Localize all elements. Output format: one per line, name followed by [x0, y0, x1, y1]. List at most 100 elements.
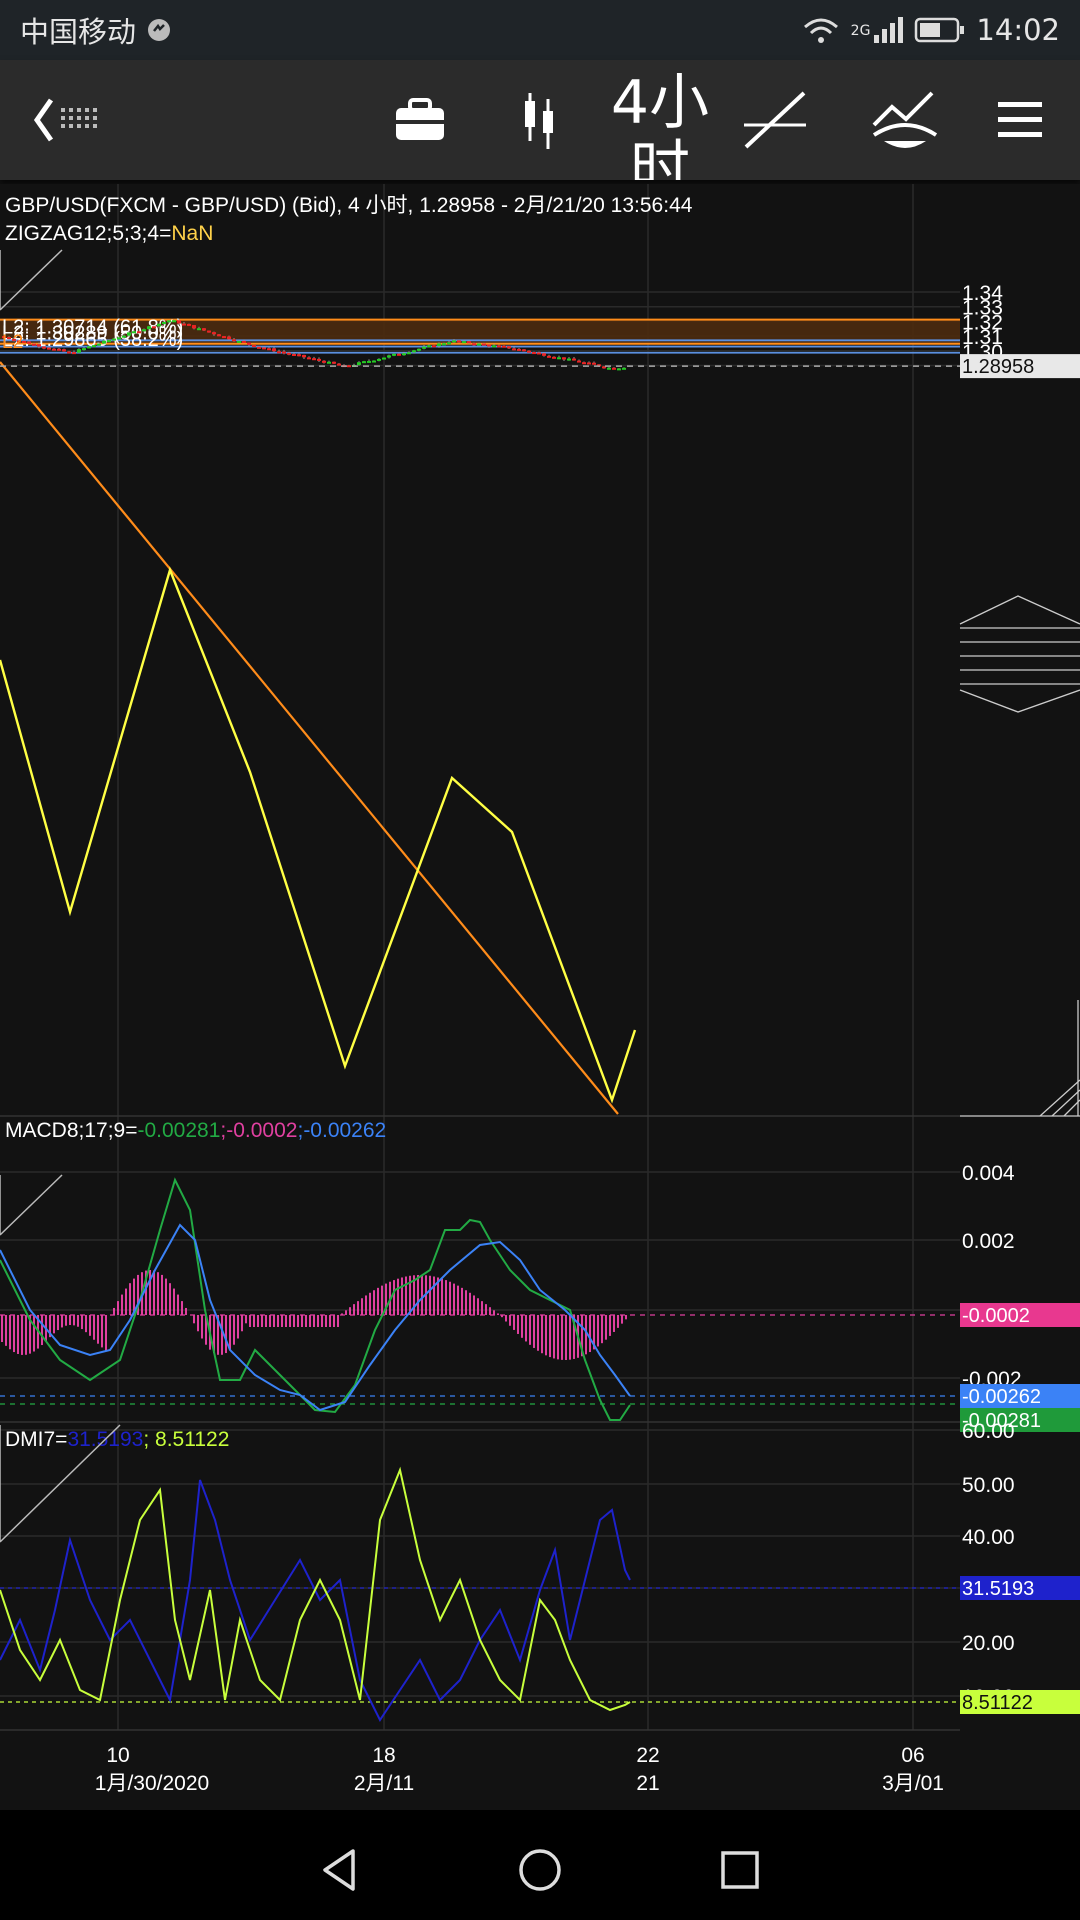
indicators-button[interactable] — [860, 60, 950, 180]
candle-body — [522, 349, 526, 352]
candle-body — [62, 349, 66, 352]
candle-body — [302, 354, 306, 358]
x-tick-top-0: 10 — [106, 1744, 129, 1767]
candle-body — [207, 330, 211, 333]
candle-body — [72, 352, 76, 355]
candle-body — [617, 368, 621, 371]
zigzag-label-prefix: ZIGZAG12;5;3;4= — [5, 222, 171, 245]
candle-body — [397, 353, 401, 356]
candle-body — [592, 362, 596, 365]
chart-area[interactable]: L2: 1.30714 (61.8%) L2: 1.30289 (50.0%) L2… — [0, 184, 1080, 1810]
nav-home-button[interactable] — [510, 1840, 570, 1900]
candle-body — [332, 361, 336, 364]
candle-body — [127, 332, 131, 336]
candle-body — [37, 344, 41, 347]
x-tick-top-3: 06 — [901, 1744, 924, 1767]
candle-body — [97, 343, 101, 346]
candle-body — [542, 353, 546, 356]
candle-body — [392, 353, 396, 356]
macd-tick-1: 0.002 — [962, 1230, 1015, 1253]
portfolio-button[interactable] — [380, 60, 460, 180]
candle-body — [52, 348, 56, 351]
candle-body — [382, 357, 386, 360]
candle-body — [447, 342, 451, 345]
zigzag-value: NaN — [171, 222, 213, 245]
candle-body — [457, 340, 461, 343]
candle-body — [157, 323, 161, 327]
candle-body — [122, 335, 126, 338]
candle-body — [262, 347, 266, 350]
candle-body — [212, 332, 216, 335]
candle-body — [502, 345, 506, 348]
candle-body — [362, 361, 366, 364]
candlestick-icon — [525, 93, 553, 149]
current-price-text: 1.28958 — [962, 356, 1034, 378]
candle-body — [167, 320, 171, 323]
candle-body — [107, 340, 111, 343]
candle-body — [317, 358, 321, 361]
candle-body — [582, 362, 586, 365]
candle-body — [372, 360, 376, 363]
nav-back-button[interactable] — [310, 1840, 370, 1900]
candle-body — [232, 339, 236, 342]
candle-body — [472, 343, 476, 346]
x-tick-bottom-1: 2月/11 — [354, 1772, 414, 1795]
candle-body — [507, 346, 511, 349]
candle-body — [612, 367, 616, 370]
candle-body — [87, 346, 91, 349]
macd-value-2: -0.0002 — [226, 1119, 297, 1142]
dmi-badge-plus-text: 31.5193 — [962, 1578, 1034, 1600]
candle-body — [112, 338, 116, 341]
candle-body — [137, 331, 141, 334]
candle-body — [227, 336, 231, 340]
nav-home-icon — [519, 1849, 561, 1891]
candle-body — [272, 348, 276, 352]
x-tick-bottom-0: 1月/30/2020 — [95, 1772, 209, 1795]
candle-body — [337, 363, 341, 366]
x-tick-bottom-3: 3月/01 — [882, 1772, 944, 1795]
macd-label: MACD8;17;9=-0.00281;-0.0002;-0.00262 — [5, 1119, 386, 1142]
candle-body — [622, 367, 626, 370]
candle-body — [427, 345, 431, 348]
candle-body — [527, 350, 531, 353]
macd-badge-hist-text: -0.0002 — [962, 1305, 1030, 1327]
candle-body — [482, 343, 486, 346]
back-icon — [33, 98, 97, 142]
candle-body — [172, 320, 176, 323]
timeframe-selector[interactable]: 4小时 — [600, 70, 720, 180]
candle-body — [47, 347, 51, 350]
signal-icon — [874, 17, 904, 43]
candle-body — [257, 346, 261, 349]
candle-body — [417, 348, 421, 351]
candle-body — [492, 345, 496, 348]
candle-body — [407, 352, 411, 355]
price-chart[interactable]: L2: 1.30714 (61.8%)L2: 1.30289 (50.0%)L2… — [0, 184, 1080, 1810]
x-tick-bottom-2: 21 — [636, 1772, 659, 1795]
candle-body — [27, 341, 31, 344]
chart-type-button[interactable] — [500, 60, 580, 180]
clock: 14:02 — [976, 13, 1060, 47]
candle-body — [327, 361, 331, 364]
macd-tick-0: 0.004 — [962, 1162, 1015, 1185]
candle-body — [477, 343, 481, 346]
candle-body — [42, 346, 46, 349]
draw-trendline-button[interactable] — [735, 60, 815, 180]
menu-button[interactable] — [980, 60, 1060, 180]
battery-icon — [915, 17, 965, 43]
x-tick-top-2: 22 — [636, 1744, 659, 1767]
candle-body — [267, 348, 271, 351]
candle-body — [497, 345, 501, 348]
candle-body — [517, 348, 521, 351]
candle-body — [307, 357, 311, 360]
back-button[interactable] — [10, 60, 130, 180]
nav-recents-icon — [721, 1851, 759, 1889]
candle-body — [32, 343, 36, 346]
dmi-tick-4: 20.00 — [962, 1632, 1015, 1655]
candle-body — [242, 340, 246, 343]
nav-recents-button[interactable] — [710, 1840, 770, 1900]
candle-body — [402, 353, 406, 356]
candle-body — [537, 352, 541, 355]
chart-header: GBP/USD(FXCM - GBP/USD) (Bid), 4 小时, 1.2… — [5, 194, 693, 217]
network-type: 2G — [850, 23, 871, 39]
candle-body — [237, 340, 241, 343]
